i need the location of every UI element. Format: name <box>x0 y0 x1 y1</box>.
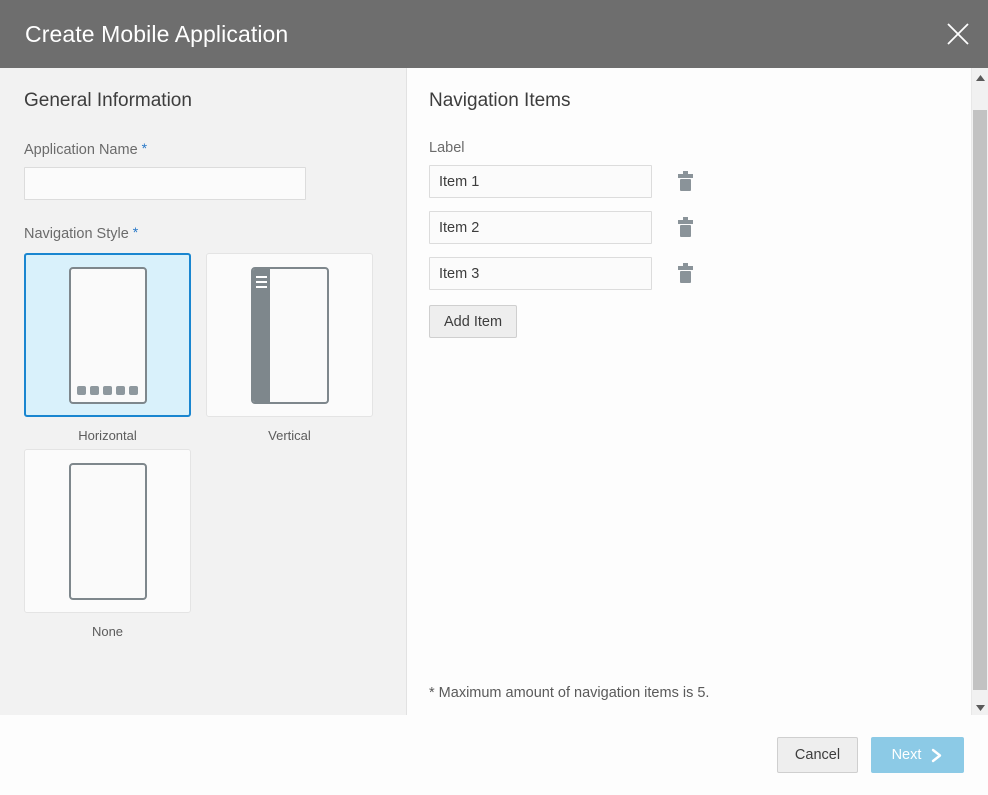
navigation-item-row <box>429 211 988 244</box>
navigation-style-card-horizontal[interactable] <box>24 253 191 417</box>
phone-vertical-nav-icon <box>250 266 329 404</box>
dialog-footer: Cancel Next <box>0 715 988 795</box>
navigation-style-option-horizontal: Horizontal <box>24 253 191 443</box>
dialog-scrollbar[interactable] <box>971 68 988 715</box>
navigation-style-options: Horizontal Vertical None <box>24 253 382 645</box>
delete-navigation-item-button-3[interactable] <box>676 263 694 285</box>
navigation-style-caption-vertical: Vertical <box>268 428 311 443</box>
navigation-style-label-text: Navigation Style <box>24 226 129 242</box>
navigation-style-option-vertical: Vertical <box>206 253 373 443</box>
required-asterisk: * <box>132 224 139 240</box>
navigation-item-input-1[interactable] <box>429 165 652 198</box>
scroll-down-button[interactable] <box>972 698 988 715</box>
navigation-items-panel: Navigation Items Label Item 1 Item 2 Ite… <box>407 68 988 715</box>
navigation-item-row <box>429 257 988 290</box>
navigation-item-input-3[interactable] <box>429 257 652 290</box>
scroll-up-button[interactable] <box>972 68 988 85</box>
navigation-item-row <box>429 165 988 198</box>
close-icon <box>945 21 971 47</box>
trash-icon <box>677 263 694 284</box>
navigation-style-caption-none: None <box>91 624 124 639</box>
label-column-header: Label <box>429 140 465 156</box>
general-information-heading: General Information <box>24 90 192 111</box>
application-name-label: Application Name * <box>24 140 382 158</box>
delete-navigation-item-button-1[interactable] <box>676 171 694 193</box>
navigation-item-input-2[interactable] <box>429 211 652 244</box>
dialog-body: General Information Application Name * Na… <box>0 68 988 715</box>
cancel-button[interactable]: Cancel <box>777 737 858 773</box>
application-name-input[interactable] <box>24 167 306 200</box>
trash-icon <box>677 217 694 238</box>
navigation-style-card-vertical[interactable] <box>206 253 373 417</box>
navigation-style-option-none: None <box>24 449 191 639</box>
close-button[interactable] <box>928 0 988 68</box>
caret-up-icon <box>975 68 985 86</box>
delete-navigation-item-button-2[interactable] <box>676 217 694 239</box>
navigation-items-heading: Navigation Items <box>429 90 571 111</box>
application-name-label-text: Application Name <box>24 142 138 158</box>
max-items-note: * Maximum amount of navigation items is … <box>429 685 710 701</box>
trash-icon <box>677 171 694 192</box>
required-asterisk: * <box>141 140 148 156</box>
phone-horizontal-nav-icon <box>68 266 147 404</box>
dialog-titlebar: Create Mobile Application <box>0 0 988 68</box>
next-button[interactable]: Next <box>871 737 964 773</box>
general-information-panel: General Information Application Name * Na… <box>0 68 407 715</box>
scrollbar-thumb[interactable] <box>973 110 987 690</box>
dialog-title: Create Mobile Application <box>25 20 289 47</box>
caret-down-icon <box>975 698 985 716</box>
navigation-style-caption-horizontal: Horizontal <box>78 428 137 443</box>
navigation-style-card-none[interactable] <box>24 449 191 613</box>
navigation-style-label: Navigation Style * <box>24 224 382 242</box>
add-item-button[interactable]: Add Item <box>429 305 518 338</box>
chevron-right-icon <box>930 748 943 763</box>
next-button-label: Next <box>891 747 922 763</box>
create-mobile-application-dialog: Create Mobile Application General Inform… <box>0 0 988 795</box>
phone-no-nav-icon <box>68 462 147 600</box>
